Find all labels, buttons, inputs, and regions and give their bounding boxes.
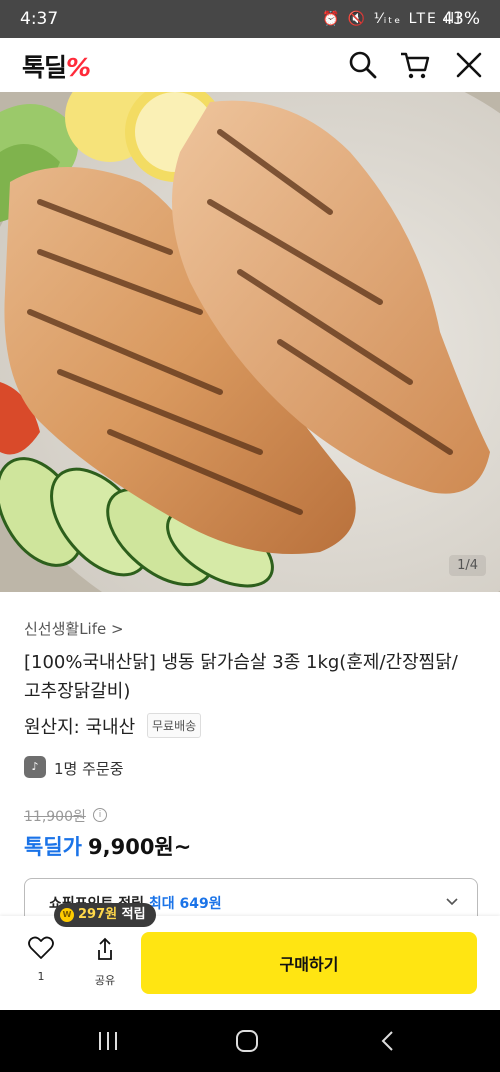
system-nav-bar [0, 1010, 500, 1072]
bottom-action-bar: 1 공유 구매하기 [0, 916, 500, 1010]
original-price: 11,900원 [24, 809, 86, 825]
back-icon[interactable] [378, 1030, 398, 1052]
points-tooltip: W 297원 적립 [54, 903, 156, 927]
shopping-bag-icon: ♪ [24, 756, 46, 778]
product-image-carousel[interactable]: 1/4 [0, 92, 500, 592]
logo-text: 톡딜 [22, 53, 67, 82]
sale-price-label: 톡딜가 [24, 835, 82, 859]
heart-icon [28, 936, 54, 959]
cart-icon[interactable] [399, 49, 431, 81]
home-icon[interactable] [235, 1030, 259, 1052]
sale-price: 9,900원~ [88, 835, 192, 859]
chevron-down-icon [446, 898, 458, 906]
product-origin: 원산지: 국내산 [24, 717, 136, 738]
share-button[interactable]: 공유 [84, 936, 126, 1006]
coin-icon: W [60, 907, 74, 922]
order-count-text: 1명 주문중 [54, 760, 124, 778]
free-shipping-badge: 무료배송 [147, 713, 202, 738]
app-header: 톡딜% [0, 38, 500, 92]
status-bar: 4:37 ⏰ 🔇 ⅟ᵢₜₑ LTE ıll 43% [0, 0, 500, 38]
app-logo[interactable]: 톡딜% [22, 48, 91, 84]
tooltip-suffix: 적립 [117, 907, 146, 922]
product-title: [100%국내산닭] 냉동 닭가슴살 3종 1kg(훈제/간장찜닭/고추장닭갈비… [24, 652, 458, 702]
search-icon[interactable] [347, 49, 379, 81]
points-max: 최대 649원 [148, 896, 222, 912]
info-icon[interactable]: i [93, 808, 107, 822]
close-icon[interactable] [453, 49, 485, 81]
like-button[interactable]: 1 [20, 936, 62, 1006]
tooltip-amount: 297원 [78, 907, 118, 922]
share-icon [98, 937, 112, 960]
logo-mark: % [66, 53, 91, 82]
image-page-indicator: 1/4 [449, 555, 486, 576]
battery-level: 43% [442, 9, 480, 29]
share-label: 공유 [94, 974, 116, 987]
seller-link[interactable]: 신선생활Life > [24, 618, 124, 639]
product-photo [0, 92, 500, 592]
recent-apps-icon[interactable] [96, 1030, 120, 1052]
status-time: 4:37 [20, 9, 59, 29]
like-count: 1 [37, 970, 45, 983]
status-icons: ⏰ 🔇 ⅟ᵢₜₑ LTE ıll [322, 11, 463, 27]
buy-button[interactable]: 구매하기 [141, 932, 477, 994]
